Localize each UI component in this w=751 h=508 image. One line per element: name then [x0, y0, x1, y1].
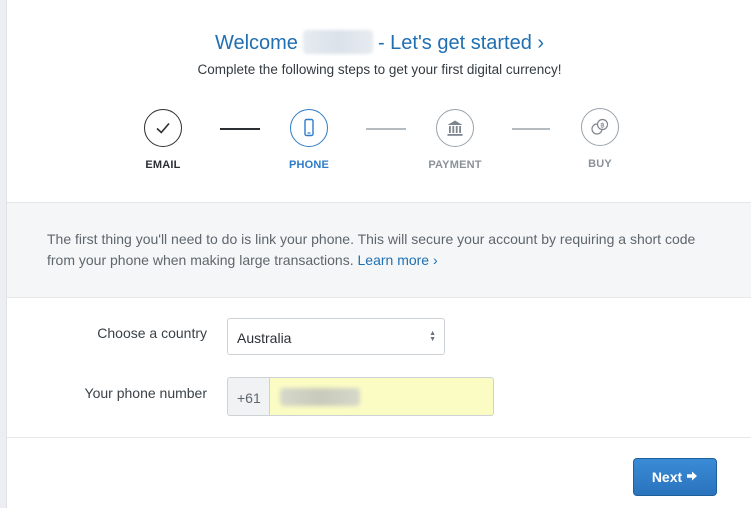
redacted-username: [302, 30, 373, 54]
step-email-label: EMAIL: [145, 159, 181, 171]
country-label: Choose a country: [97, 325, 207, 341]
svg-text:฿: ฿: [600, 121, 604, 129]
step-payment: PAYMENT: [415, 109, 495, 171]
coins-icon: ฿: [581, 108, 619, 146]
phone-label: Your phone number: [84, 385, 207, 401]
welcome-text: Welcome: [214, 32, 298, 54]
step-buy-label: BUY: [588, 158, 612, 170]
country-select[interactable]: Australia ▲ ▼: [227, 318, 445, 355]
step-payment-label: PAYMENT: [428, 159, 482, 171]
step-phone-label: PHONE: [288, 159, 330, 171]
next-button-label: Next: [651, 469, 683, 485]
country-code-prefix: +61: [227, 377, 269, 416]
checkmark-icon: [144, 109, 182, 147]
arrow-right-icon: [686, 469, 698, 485]
page-title: Welcome - Let's get started ›: [7, 30, 751, 55]
redacted-phone-number: [280, 388, 360, 406]
step-connector: [512, 128, 550, 130]
info-text: The first thing you'll need to do is lin…: [47, 229, 727, 271]
step-phone: PHONE: [269, 109, 349, 171]
country-select-value: Australia: [237, 330, 292, 346]
next-button[interactable]: Next: [633, 458, 717, 496]
get-started-text: - Let's get started ›: [377, 32, 545, 54]
phone-number-input[interactable]: [269, 377, 494, 416]
learn-more-link[interactable]: Learn more ›: [358, 252, 438, 268]
step-connector: [366, 128, 406, 130]
onboarding-card: Welcome - Let's get started › Complete th…: [6, 0, 751, 508]
phone-icon: [290, 109, 328, 147]
bank-icon: [436, 109, 474, 147]
step-email: EMAIL: [123, 109, 203, 171]
select-arrows-icon: ▲ ▼: [429, 330, 436, 343]
divider: [7, 437, 751, 438]
step-buy: ฿ BUY: [560, 108, 640, 170]
page-subtitle: Complete the following steps to get your…: [197, 62, 562, 77]
step-connector: [220, 128, 260, 130]
info-panel: The first thing you'll need to do is lin…: [7, 202, 751, 298]
